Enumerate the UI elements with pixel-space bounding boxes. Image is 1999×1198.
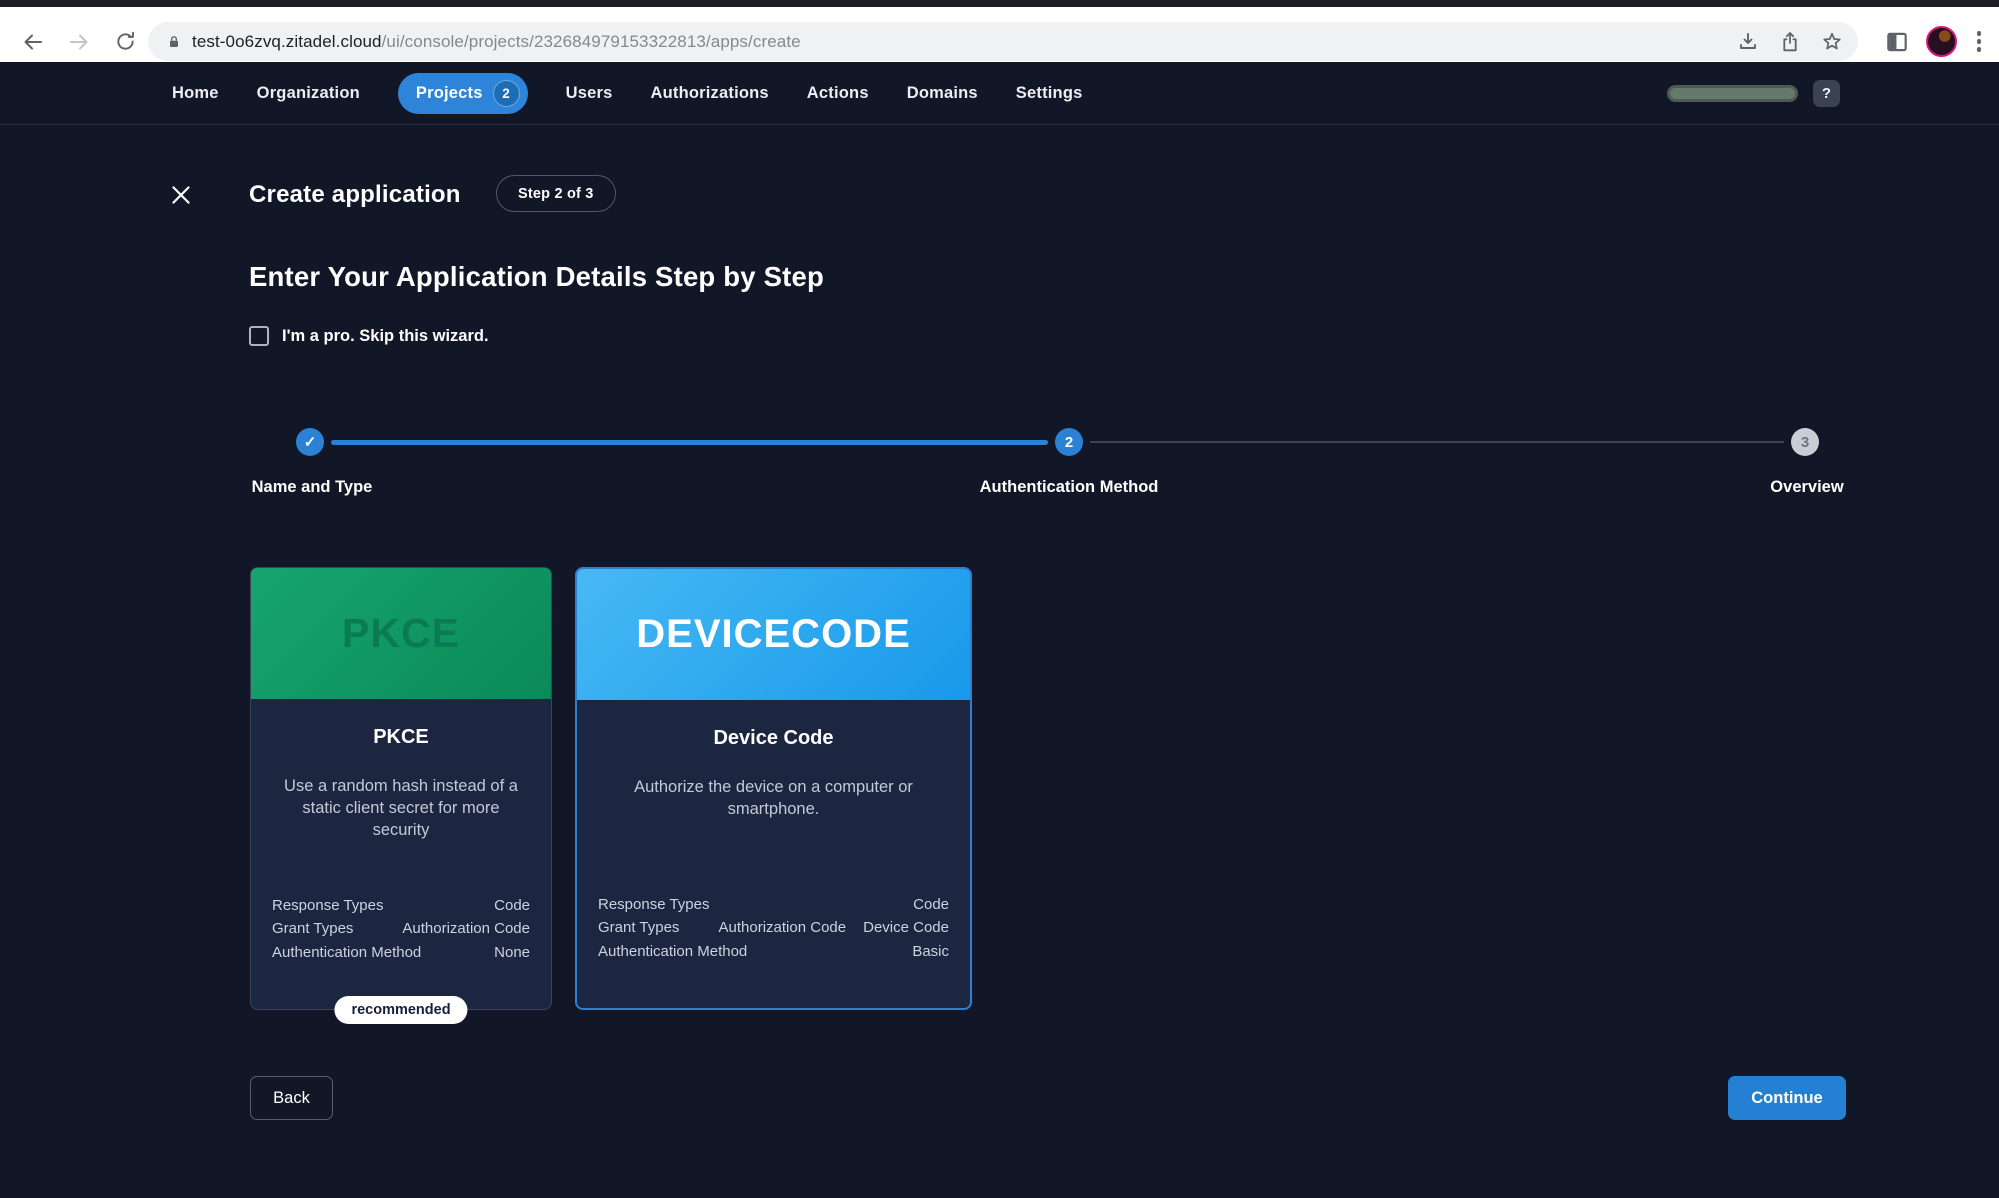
auth-method-card-devicecode[interactable]: DEVICECODE Device Code Authorize the dev… — [575, 567, 972, 1010]
row-label: Response Types — [272, 894, 383, 918]
projects-count-badge: 2 — [494, 81, 519, 106]
row-value: Authorization Code — [402, 917, 530, 941]
step-2-label: Authentication Method — [980, 478, 1159, 497]
stepper-line-done — [331, 440, 1048, 445]
auth-method-card-pkce[interactable]: PKCE PKCE Use a random hash instead of a… — [250, 567, 552, 1010]
row-value: Code — [913, 893, 949, 917]
help-button[interactable]: ? — [1813, 80, 1840, 107]
page-title: Create application — [249, 181, 461, 209]
nav-item-users[interactable]: Users — [566, 84, 613, 103]
skip-wizard-checkbox[interactable] — [249, 326, 269, 346]
back-arrow-icon — [21, 30, 45, 54]
browser-reload-button[interactable] — [108, 25, 142, 59]
share-icon[interactable] — [1778, 30, 1802, 54]
row-label: Authentication Method — [598, 940, 747, 964]
zitadel-console-window: test-0o6zvq.zitadel.cloud/ui/console/pro… — [0, 0, 1999, 1198]
row-label: Grant Types — [272, 917, 353, 941]
continue-button[interactable]: Continue — [1728, 1076, 1846, 1120]
row-label: Grant Types — [598, 916, 679, 940]
devicecode-detail-rows: Response Types Code Grant Types Authoriz… — [598, 893, 949, 964]
pkce-title: PKCE — [251, 726, 551, 749]
wizard-heading: Enter Your Application Details Step by S… — [249, 261, 824, 293]
step-2-circle: 2 — [1055, 428, 1083, 456]
close-wizard-button[interactable] — [166, 180, 196, 210]
console-navbar: Home Organization Projects 2 Users Autho… — [0, 62, 1999, 125]
nav-item-projects-label: Projects — [416, 84, 483, 103]
skip-wizard-row[interactable]: I'm a pro. Skip this wizard. — [249, 326, 489, 346]
url-host: test-0o6zvq.zitadel.cloud — [192, 32, 382, 51]
browser-toolbar: test-0o6zvq.zitadel.cloud/ui/console/pro… — [0, 7, 1999, 62]
step-2-number: 2 — [1065, 434, 1073, 451]
browser-menu-icon[interactable] — [1973, 27, 1986, 56]
devicecode-description: Authorize the device on a computer or sm… — [577, 777, 970, 821]
step-1-circle: ✓ — [296, 428, 324, 456]
devicecode-title: Device Code — [577, 727, 970, 750]
side-panel-icon[interactable] — [1884, 29, 1910, 55]
nav-item-home[interactable]: Home — [172, 84, 219, 103]
pkce-banner: PKCE — [251, 568, 551, 699]
nav-item-organization[interactable]: Organization — [257, 84, 360, 103]
stepper-line-pending — [1090, 441, 1784, 443]
row-value: None — [494, 941, 530, 965]
nav-item-projects[interactable]: Projects 2 — [398, 73, 528, 114]
check-icon: ✓ — [304, 433, 317, 451]
nav-item-actions[interactable]: Actions — [807, 84, 869, 103]
row-label: Response Types — [598, 893, 709, 917]
row-label: Authentication Method — [272, 941, 421, 965]
detail-row: Authentication Method Basic — [598, 940, 949, 964]
row-value: Device Code — [863, 916, 949, 940]
pkce-detail-rows: Response Types Code Grant Types Authoriz… — [272, 894, 530, 965]
nav-item-settings[interactable]: Settings — [1016, 84, 1083, 103]
step-3-label: Overview — [1770, 478, 1843, 497]
browser-forward-button[interactable] — [62, 25, 96, 59]
detail-row: Grant Types Authorization Code — [272, 917, 530, 941]
close-icon — [168, 182, 194, 208]
row-value: Code — [494, 894, 530, 918]
devicecode-banner: DEVICECODE — [577, 569, 970, 700]
step-counter-badge: Step 2 of 3 — [496, 175, 616, 212]
reload-icon — [114, 30, 137, 53]
back-button[interactable]: Back — [250, 1076, 333, 1120]
row-value: Authorization Code — [719, 916, 847, 940]
detail-row: Response Types Code — [272, 894, 530, 918]
url-path: /ui/console/projects/232684979153322813/… — [382, 32, 801, 51]
install-download-icon[interactable] — [1736, 30, 1760, 54]
row-value: Basic — [912, 940, 949, 964]
step-3-circle: 3 — [1791, 428, 1819, 456]
window-top-edge — [0, 0, 1999, 7]
skip-wizard-label[interactable]: I'm a pro. Skip this wizard. — [282, 327, 489, 346]
recommended-badge: recommended — [334, 996, 467, 1024]
detail-row: Response Types Code — [598, 893, 949, 917]
forward-arrow-icon — [67, 30, 91, 54]
lock-icon — [164, 32, 184, 52]
step-1-label: Name and Type — [252, 478, 373, 497]
browser-profile-avatar[interactable] — [1926, 26, 1957, 57]
nav-item-authorizations[interactable]: Authorizations — [651, 84, 769, 103]
nav-item-domains[interactable]: Domains — [907, 84, 978, 103]
detail-row: Authentication Method None — [272, 941, 530, 965]
pkce-description: Use a random hash instead of a static cl… — [251, 776, 551, 841]
browser-back-button[interactable] — [16, 25, 50, 59]
address-bar[interactable]: test-0o6zvq.zitadel.cloud/ui/console/pro… — [148, 22, 1858, 61]
bookmark-star-icon[interactable] — [1820, 30, 1844, 54]
org-context-loading-skeleton — [1667, 85, 1798, 102]
step-3-number: 3 — [1801, 434, 1809, 451]
url-text: test-0o6zvq.zitadel.cloud/ui/console/pro… — [192, 32, 801, 52]
detail-row: Grant Types Authorization Code Device Cod… — [598, 916, 949, 940]
